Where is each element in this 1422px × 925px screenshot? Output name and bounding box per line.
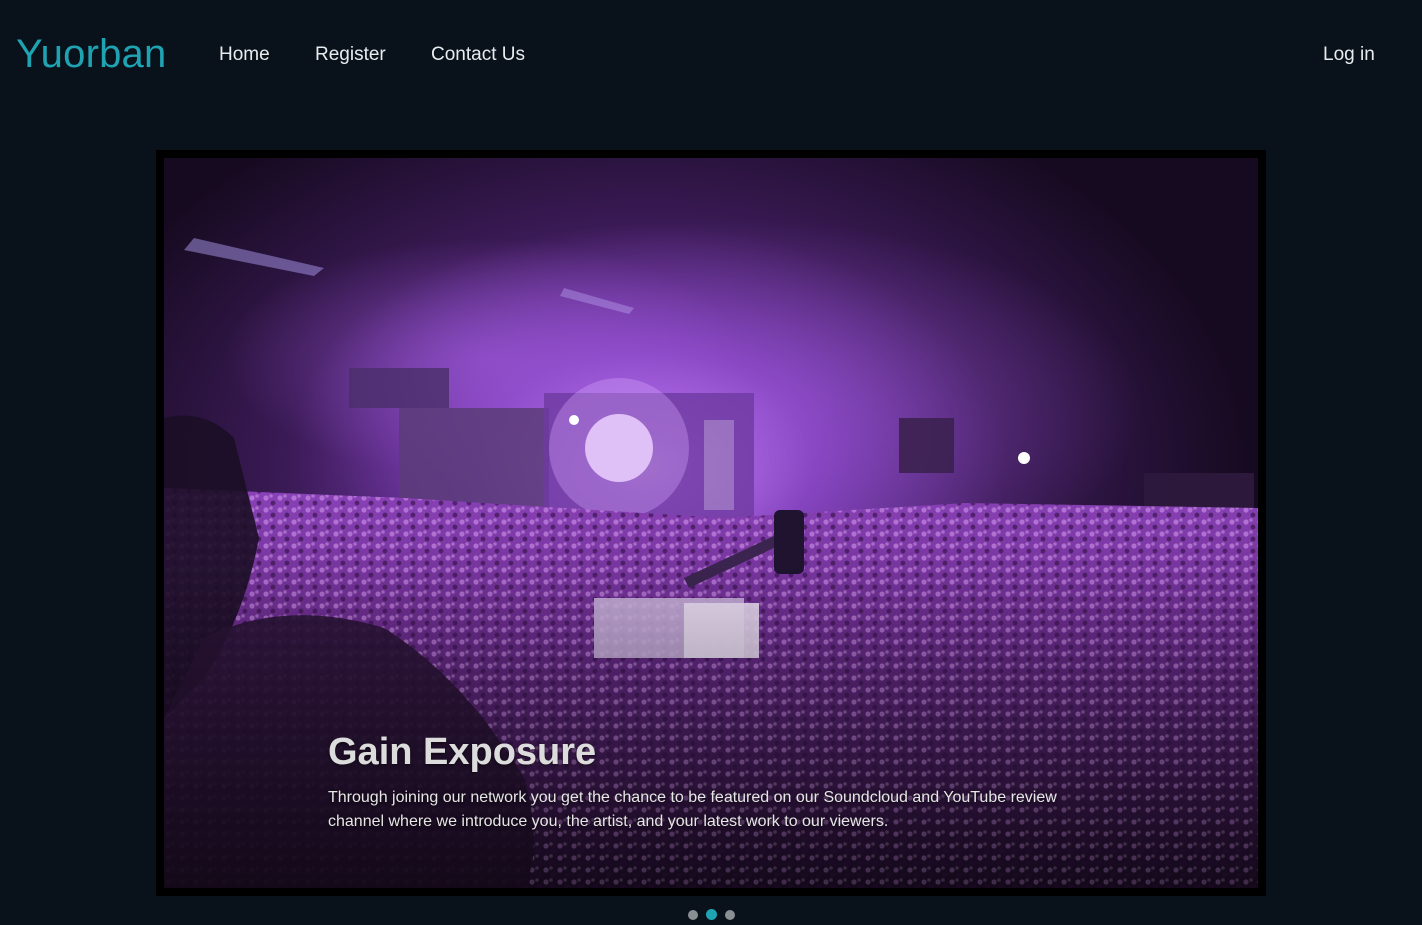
carousel-indicator-1[interactable] — [687, 910, 698, 920]
carousel-caption: Gain Exposure Through joining our networ… — [328, 728, 1108, 834]
carousel-indicator-3[interactable] — [724, 910, 735, 920]
hero-carousel: Gain Exposure Through joining our networ… — [156, 150, 1266, 896]
navbar: Yuorban Home Register Contact Us Log in — [0, 0, 1422, 110]
brand-logo[interactable]: Yuorban — [16, 30, 166, 78]
caption-title: Gain Exposure — [328, 731, 597, 773]
carousel-indicator-2[interactable] — [705, 909, 717, 920]
nav-link-contact-us[interactable]: Contact Us — [431, 43, 525, 67]
login-link[interactable]: Log in — [1323, 43, 1375, 67]
caption-text: Through joining our network you get the … — [328, 789, 1057, 830]
carousel-slide[interactable]: Gain Exposure Through joining our networ… — [164, 158, 1258, 888]
nav-link-home[interactable]: Home — [219, 43, 270, 67]
nav-link-register[interactable]: Register — [315, 43, 386, 67]
carousel-indicators — [0, 909, 1422, 921]
